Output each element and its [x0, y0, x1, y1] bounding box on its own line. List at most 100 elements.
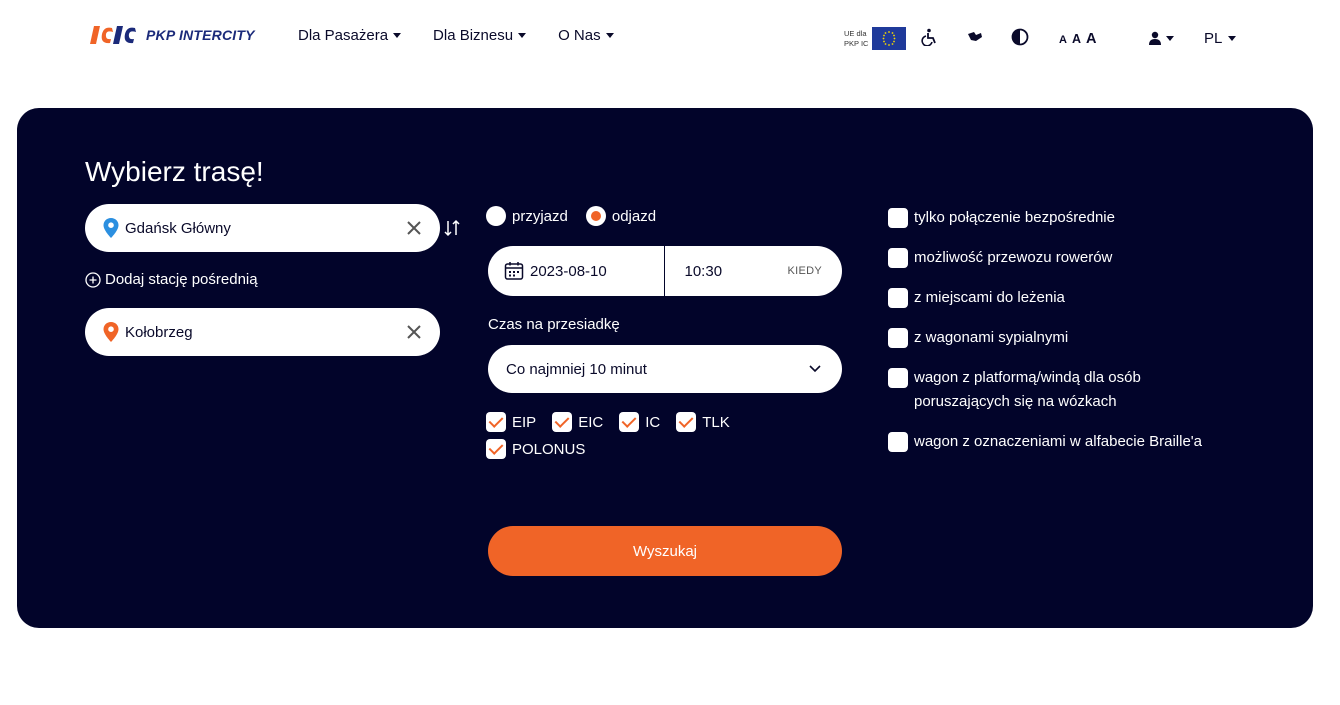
- checkbox-control[interactable]: [888, 328, 908, 348]
- nav-label: Dla Biznesu: [433, 27, 514, 44]
- checkbox-control[interactable]: [552, 412, 573, 432]
- wheelchair-icon[interactable]: [921, 28, 939, 46]
- language-label: PL: [1204, 30, 1223, 47]
- site-header: PKP INTERCITY Dla Pasażera Dla Biznesu O…: [0, 0, 1340, 75]
- option-wheelchair-lift[interactable]: wagon z platformą/windą dla osób porusza…: [888, 366, 1218, 414]
- train-label: EIC: [578, 413, 604, 431]
- option-label: tylko połączenie bezpośrednie: [914, 209, 1115, 226]
- option-couchettes[interactable]: z miejscami do leżenia: [888, 286, 1218, 310]
- language-selector[interactable]: PL: [1204, 30, 1237, 47]
- checkbox-control[interactable]: [486, 412, 506, 432]
- transfer-time-value: Co najmniej 10 minut: [506, 360, 647, 378]
- radio-departure-control[interactable]: [585, 206, 606, 226]
- datetime-picker: 2023-08-10 10:30 KIEDY: [488, 246, 842, 296]
- option-label: możliwość przewozu rowerów: [914, 249, 1113, 266]
- nav-label: Dla Pasażera: [298, 27, 389, 44]
- transfer-time-label: Czas na przesiadkę: [488, 316, 620, 333]
- from-station-field[interactable]: Gdańsk Główny: [85, 204, 440, 252]
- date-field[interactable]: 2023-08-10: [488, 246, 664, 296]
- intercity-logo-mark-icon: [90, 26, 136, 44]
- option-bikes[interactable]: możliwość przewozu rowerów: [888, 246, 1218, 270]
- train-label: EIP: [512, 413, 537, 431]
- connection-options: tylko połączenie bezpośrednie możliwość …: [888, 206, 1218, 470]
- from-station-value: Gdańsk Główny: [125, 219, 231, 237]
- checkbox-control[interactable]: [888, 368, 908, 388]
- option-label: z wagonami sypialnymi: [914, 329, 1069, 346]
- add-via-station-button[interactable]: Dodaj stację pośrednią: [85, 271, 258, 288]
- checkbox-control[interactable]: [888, 248, 908, 268]
- chevron-down-icon: [518, 33, 527, 38]
- eu-funding-link[interactable]: UE dla PKP IC: [844, 27, 907, 50]
- train-ic-checkbox[interactable]: IC: [619, 412, 660, 432]
- radio-arrival-label: przyjazd: [512, 207, 568, 225]
- train-label: IC: [645, 413, 661, 431]
- nav-o-nas[interactable]: O Nas: [558, 27, 614, 44]
- font-size-small[interactable]: A: [1059, 34, 1067, 46]
- to-station-value: Kołobrzeg: [125, 323, 193, 341]
- logo[interactable]: PKP INTERCITY: [88, 24, 255, 46]
- checkbox-control[interactable]: [619, 412, 640, 432]
- font-size-switcher: A A A: [1059, 31, 1096, 47]
- train-polonus-checkbox[interactable]: POLONUS: [486, 439, 585, 459]
- chevron-down-icon: [809, 365, 821, 373]
- train-label: TLK: [702, 413, 730, 431]
- logo-text: PKP INTERCITY: [146, 27, 255, 43]
- checkbox-control[interactable]: [888, 208, 908, 228]
- font-size-medium[interactable]: A: [1072, 32, 1081, 46]
- when-label: KIEDY: [787, 265, 822, 277]
- nav-label: O Nas: [558, 27, 601, 44]
- time-mode-radios: przyjazd odjazd: [486, 206, 656, 226]
- radio-arrival[interactable]: przyjazd: [486, 206, 568, 226]
- chevron-down-icon: [393, 33, 402, 38]
- checkbox-control[interactable]: [888, 432, 908, 452]
- eu-text-line1: UE dla: [844, 28, 867, 38]
- train-tlk-checkbox[interactable]: TLK: [676, 412, 730, 432]
- transfer-time-select[interactable]: Co najmniej 10 minut: [488, 345, 842, 393]
- option-label: wagon z platformą/windą dla osób porusza…: [914, 369, 1141, 410]
- calendar-icon: [504, 262, 524, 280]
- close-icon[interactable]: [406, 324, 422, 340]
- nav-dla-biznesu[interactable]: Dla Biznesu: [433, 27, 527, 44]
- nav-dla-pasazera[interactable]: Dla Pasażera: [298, 27, 402, 44]
- checkbox-control[interactable]: [888, 288, 908, 308]
- user-icon: [1149, 31, 1161, 45]
- option-label: wagon z oznaczeniami w alfabecie Braille…: [914, 433, 1203, 450]
- chevron-down-icon: [605, 33, 614, 38]
- checkbox-control[interactable]: [676, 412, 697, 432]
- sign-language-icon[interactable]: [966, 28, 984, 46]
- checkbox-control[interactable]: [486, 439, 506, 459]
- train-category-filters: EIP EIC IC TLK POLONUS: [486, 412, 746, 466]
- option-direct-only[interactable]: tylko połączenie bezpośrednie: [888, 206, 1218, 230]
- chevron-down-icon: [1166, 35, 1174, 41]
- close-icon[interactable]: [406, 220, 422, 236]
- font-size-large[interactable]: A: [1086, 31, 1096, 47]
- contrast-icon[interactable]: [1011, 28, 1029, 46]
- eu-text: UE dla PKP IC: [844, 29, 868, 49]
- to-station-field[interactable]: Kołobrzeg: [85, 308, 440, 356]
- radio-departure[interactable]: odjazd: [585, 206, 657, 226]
- radio-departure-label: odjazd: [611, 207, 657, 225]
- main-nav: Dla Pasażera Dla Biznesu O Nas: [298, 27, 614, 44]
- train-row: EIP EIC IC TLK: [486, 412, 746, 432]
- eu-text-line2: PKP IC: [844, 38, 869, 48]
- location-pin-icon: [103, 322, 119, 342]
- location-pin-icon: [103, 218, 119, 238]
- option-sleepers[interactable]: z wagonami sypialnymi: [888, 326, 1218, 350]
- plus-circle-icon: [85, 271, 101, 288]
- date-value: 2023-08-10: [530, 262, 607, 280]
- radio-arrival-control[interactable]: [486, 206, 506, 226]
- search-panel: Wybierz trasę! Gdańsk Główny Dodaj stacj…: [17, 108, 1313, 628]
- option-braille[interactable]: wagon z oznaczeniami w alfabecie Braille…: [888, 430, 1218, 454]
- search-button[interactable]: Wyszukaj: [488, 526, 842, 576]
- train-eic-checkbox[interactable]: EIC: [552, 412, 603, 432]
- option-label: z miejscami do leżenia: [914, 289, 1065, 306]
- time-field[interactable]: 10:30 KIEDY: [664, 246, 842, 296]
- chevron-down-icon: [1228, 36, 1237, 41]
- train-eip-checkbox[interactable]: EIP: [486, 412, 536, 432]
- page-title: Wybierz trasę!: [85, 156, 264, 187]
- swap-stations-icon[interactable]: [442, 218, 462, 238]
- train-label: POLONUS: [512, 440, 586, 458]
- add-via-label: Dodaj stację pośrednią: [105, 271, 258, 288]
- time-value: 10:30: [684, 262, 723, 280]
- user-menu[interactable]: [1148, 31, 1174, 45]
